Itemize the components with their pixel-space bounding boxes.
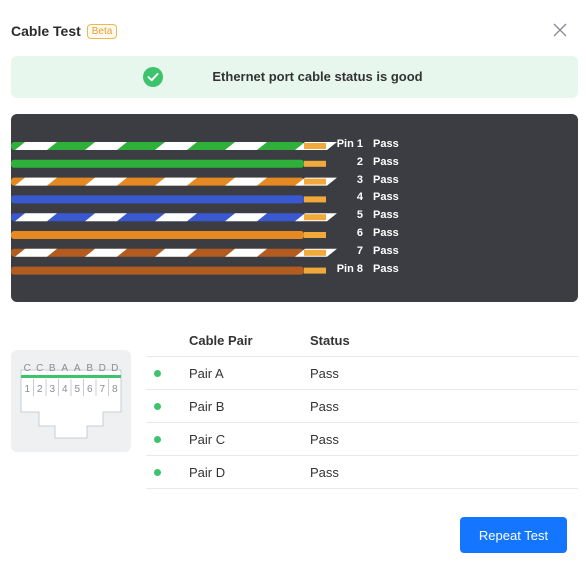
pin-result-row: 2 Pass [311, 156, 421, 172]
pin-label: 3 [356, 173, 363, 186]
pin-result-row: 7 Pass [311, 245, 421, 261]
close-icon[interactable] [552, 22, 568, 38]
pair-name: Pair B [189, 399, 225, 414]
pin-label: 6 [356, 227, 363, 239]
pin-result: Pass [373, 138, 399, 150]
pin-result: Pass [373, 227, 399, 239]
dialog-header: Cable Test Beta [11, 20, 118, 42]
wire-1 [11, 142, 337, 150]
pin-result-row: 6 Pass [311, 227, 421, 243]
wire-8 [11, 266, 326, 275]
pin-result-row: 4 Pass [311, 191, 421, 207]
port-pin-number: 8 [112, 384, 118, 395]
pin-result-row: Pin 8 Pass [311, 263, 421, 279]
port-pin-number: 7 [99, 384, 105, 395]
cable-diagram: Pin 1 Pass 2 Pass 3 Pass 4 Pass 5 Pass 6 Pass 7 Pass P… [11, 114, 578, 302]
pair-status: Pass [310, 366, 339, 381]
pair-status: Pass [310, 432, 339, 447]
pair-status: Pass [310, 399, 339, 414]
pin-label: Pin 8 [336, 262, 363, 275]
cable-pair-table: Cable Pair Status Pair A Pass Pair B Pas… [146, 325, 578, 489]
rj45-port-icon: C C B A A B D D1 2 3 4 5 6 7 8 [20, 363, 122, 439]
status-dot [154, 370, 161, 377]
pin-result: Pass [373, 173, 399, 186]
pin-label: Pin 1 [336, 138, 363, 150]
status-dot [154, 403, 161, 410]
wire-7 [11, 248, 337, 257]
pin-result: Pass [373, 191, 399, 204]
table-row: Pair A Pass [146, 357, 578, 390]
port-pair-letter: D [99, 363, 106, 374]
status-message: Ethernet port cable status is good [212, 69, 423, 84]
beta-badge: Beta [86, 23, 118, 39]
port-pair-letter: C [36, 363, 43, 374]
status-dot [154, 436, 161, 443]
pin-result: Pass [373, 209, 399, 222]
port-pair-letter: A [61, 363, 68, 374]
pin-result-row: 5 Pass [311, 209, 421, 225]
pin-result-row: Pin 1 Pass [311, 138, 421, 154]
port-pin-number: 6 [87, 384, 93, 395]
port-pair-letter: B [49, 363, 56, 374]
wire-2 [11, 159, 326, 168]
pair-status: Pass [310, 465, 339, 480]
rj45-port: CCBAABDD12345678 [11, 350, 131, 452]
pin-label: 2 [356, 155, 363, 168]
pair-name: Pair A [189, 366, 224, 381]
wires-svg [11, 142, 337, 275]
pair-name: Pair D [189, 465, 226, 480]
port-pin-number: 4 [62, 384, 68, 395]
pin-label: 7 [356, 244, 363, 257]
pin-result: Pass [373, 244, 399, 257]
port-pin-number: 5 [74, 384, 80, 395]
dialog-title: Cable Test [11, 23, 81, 39]
wire-4 [11, 195, 326, 204]
header-cable-pair: Cable Pair [189, 333, 253, 348]
port-pair-letter: D [111, 363, 118, 374]
pin-result: Pass [373, 262, 399, 275]
port-pair-letter: A [74, 363, 81, 374]
wire-5 [11, 213, 337, 222]
pair-name: Pair C [189, 432, 226, 447]
wire-3 [11, 177, 337, 186]
pin-result: Pass [373, 155, 399, 168]
table-row: Pair C Pass [146, 423, 578, 456]
table-header: Cable Pair Status [146, 325, 578, 357]
status-banner: Ethernet port cable status is good [11, 56, 578, 98]
port-pin-number: 1 [24, 384, 30, 395]
table-row: Pair D Pass [146, 456, 578, 489]
header-status: Status [310, 333, 350, 348]
port-pair-letter: C [24, 363, 31, 374]
table-row: Pair B Pass [146, 390, 578, 423]
wire-6 [11, 231, 326, 239]
pin-result-row: 3 Pass [311, 174, 421, 190]
port-pin-number: 3 [49, 384, 55, 395]
port-pin-number: 2 [37, 384, 43, 395]
repeat-test-button[interactable]: Repeat Test [460, 517, 567, 553]
status-dot [154, 469, 161, 476]
pin-label: 5 [356, 209, 363, 222]
port-pair-letter: B [86, 363, 93, 374]
pin-results: Pin 1 Pass 2 Pass 3 Pass 4 Pass 5 Pass 6 Pass 7 Pass P… [311, 114, 431, 302]
pin-label: 4 [356, 191, 363, 204]
